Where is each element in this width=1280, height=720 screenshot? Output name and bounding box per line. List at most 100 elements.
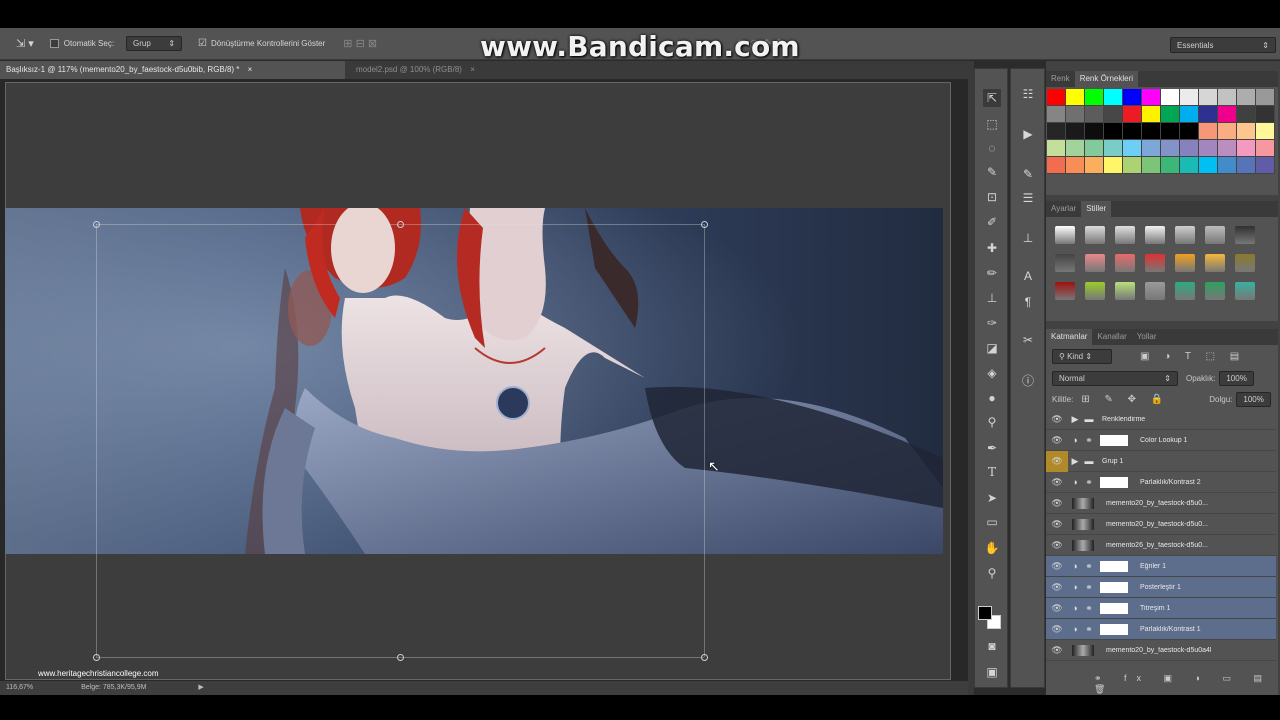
color-swatch[interactable]: [1047, 106, 1066, 123]
style-preset[interactable]: [1115, 226, 1135, 244]
eye-icon[interactable]: 👁: [1046, 519, 1068, 530]
color-swatch[interactable]: [1218, 123, 1237, 140]
shape-tool-icon[interactable]: ▭: [983, 513, 1001, 531]
layer-mask-thumbnail[interactable]: [1100, 560, 1128, 572]
color-swatch[interactable]: [1123, 140, 1142, 157]
clone-source-icon[interactable]: ⊥: [1018, 229, 1038, 247]
style-preset[interactable]: [1175, 254, 1195, 272]
style-preset[interactable]: [1055, 282, 1075, 300]
color-swatch[interactable]: [1199, 157, 1218, 174]
transform-handle-br[interactable]: [701, 654, 708, 661]
opacity-input[interactable]: 100%: [1219, 370, 1254, 386]
color-swatch[interactable]: [1066, 157, 1085, 174]
style-preset[interactable]: [1175, 226, 1195, 244]
color-swatch[interactable]: [1085, 157, 1104, 174]
color-swatch[interactable]: [1256, 106, 1275, 123]
blur-tool-icon[interactable]: ●: [983, 389, 1001, 407]
color-swatch[interactable]: [1256, 89, 1275, 106]
fill-input[interactable]: 100%: [1236, 391, 1271, 407]
history-brush-tool-icon[interactable]: ✑: [983, 314, 1001, 332]
transform-controls-checkbox[interactable]: ☑: [198, 38, 207, 49]
move-tool-preset-icon[interactable]: ⇲ ▾: [16, 37, 34, 50]
color-swatch[interactable]: [1237, 157, 1256, 174]
close-icon[interactable]: ×: [248, 65, 253, 74]
layer-name[interactable]: memento20_by_faestock-d5u0...: [1106, 521, 1208, 528]
eye-icon[interactable]: 👁: [1046, 450, 1068, 472]
style-preset[interactable]: [1115, 254, 1135, 272]
layer-name[interactable]: memento20_by_faestock-d5u0a4l: [1106, 647, 1211, 654]
brush-tool-icon[interactable]: ✏: [983, 264, 1001, 282]
tab-layers[interactable]: Katmanlar: [1046, 329, 1093, 345]
color-swatch[interactable]: [1142, 89, 1161, 106]
layer-row[interactable]: 👁 memento26_by_faestock-d5u0...: [1046, 535, 1276, 556]
eye-icon[interactable]: 👁: [1046, 645, 1068, 656]
layer-name[interactable]: Parlaklık/Kontrast 1: [1140, 626, 1201, 633]
auto-select-checkbox[interactable]: [49, 39, 59, 48]
dodge-tool-icon[interactable]: ⚲: [983, 413, 1001, 431]
adjustments-icon[interactable]: ☰: [1018, 189, 1038, 207]
transform-handle-tr[interactable]: [701, 221, 708, 228]
style-preset[interactable]: [1235, 226, 1255, 244]
auto-select-dropdown[interactable]: Grup ⇕: [126, 36, 183, 51]
tab-swatches[interactable]: Renk Örnekleri: [1074, 71, 1139, 87]
character-panel-icon[interactable]: A: [1018, 267, 1038, 285]
color-swatch[interactable]: [1161, 140, 1180, 157]
layer-row[interactable]: 👁 ▶ ▬ Renklendirme: [1046, 409, 1276, 430]
status-menu-icon[interactable]: ▶: [198, 684, 203, 691]
eye-icon[interactable]: 👁: [1046, 414, 1068, 425]
transform-handle-tl[interactable]: [93, 221, 100, 228]
color-swatch[interactable]: [1161, 106, 1180, 123]
color-swatch[interactable]: [1237, 123, 1256, 140]
eye-icon[interactable]: 👁: [1046, 624, 1068, 635]
layer-name[interactable]: Grup 1: [1102, 458, 1123, 465]
color-swatch[interactable]: [1237, 89, 1256, 106]
healing-tool-icon[interactable]: ✚: [983, 239, 1001, 257]
chain-icon[interactable]: ⚭: [1082, 477, 1096, 488]
layer-name[interactable]: Color Lookup 1: [1140, 437, 1187, 444]
marquee-tool-icon[interactable]: ⬚: [983, 115, 1001, 133]
color-swatch[interactable]: [1066, 89, 1085, 106]
eye-icon[interactable]: 👁: [1046, 540, 1068, 551]
style-preset[interactable]: [1205, 282, 1225, 300]
style-preset[interactable]: [1085, 254, 1105, 272]
color-swatch[interactable]: [1047, 89, 1066, 106]
color-swatch[interactable]: [1237, 106, 1256, 123]
layer-thumbnail[interactable]: [1072, 644, 1094, 656]
style-preset[interactable]: [1055, 254, 1075, 272]
color-swatch[interactable]: [1104, 140, 1123, 157]
style-preset[interactable]: [1205, 254, 1225, 272]
screen-mode-icon[interactable]: ▣: [983, 663, 1001, 681]
layer-row[interactable]: 👁 ▶ ▬ Grup 1: [1046, 450, 1276, 472]
style-preset[interactable]: [1235, 254, 1255, 272]
move-tool-icon[interactable]: ⇱: [983, 89, 1001, 107]
layer-row[interactable]: 👁 ◑ ⚭ Color Lookup 1: [1046, 430, 1276, 451]
color-swatch[interactable]: [1180, 89, 1199, 106]
layer-row[interactable]: 👁 memento20_by_faestock-d5u0...: [1046, 514, 1276, 535]
pen-tool-icon[interactable]: ✒: [983, 439, 1001, 457]
layer-row[interactable]: 👁 ◑ ⚭ Eğriler 1: [1046, 556, 1276, 577]
color-swatch[interactable]: [1066, 106, 1085, 123]
layer-mask-thumbnail[interactable]: [1100, 434, 1128, 446]
gradient-tool-icon[interactable]: ◈: [983, 364, 1001, 382]
zoom-tool-icon[interactable]: ⚲: [983, 564, 1001, 582]
layer-mask-thumbnail[interactable]: [1100, 623, 1128, 635]
layer-row[interactable]: 👁 memento20_by_faestock-d5u0...: [1046, 493, 1276, 514]
color-swatch[interactable]: [1142, 140, 1161, 157]
color-swatch[interactable]: [1218, 106, 1237, 123]
tab-document-1[interactable]: Başlıksız-1 @ 117% (memento20_by_faestoc…: [0, 61, 345, 79]
color-swatch[interactable]: [1199, 140, 1218, 157]
color-swatch[interactable]: [1218, 89, 1237, 106]
style-preset[interactable]: [1145, 226, 1165, 244]
color-swatch[interactable]: [1104, 89, 1123, 106]
eye-icon[interactable]: 👁: [1046, 603, 1068, 614]
color-swatch[interactable]: [1199, 123, 1218, 140]
layer-row[interactable]: 👁 ◑ ⚭ Posterleştir 1: [1046, 577, 1276, 598]
color-swatch[interactable]: [1256, 140, 1275, 157]
expand-arrow-icon[interactable]: ▶: [1068, 456, 1082, 467]
color-swatch[interactable]: [1199, 106, 1218, 123]
color-swatch[interactable]: [1142, 106, 1161, 123]
layer-name[interactable]: Titreşim 1: [1140, 605, 1170, 612]
color-swatch[interactable]: [1123, 106, 1142, 123]
style-preset[interactable]: [1145, 254, 1165, 272]
layer-row[interactable]: 👁 ◑ ⚭ Parlaklık/Kontrast 1: [1046, 619, 1276, 640]
